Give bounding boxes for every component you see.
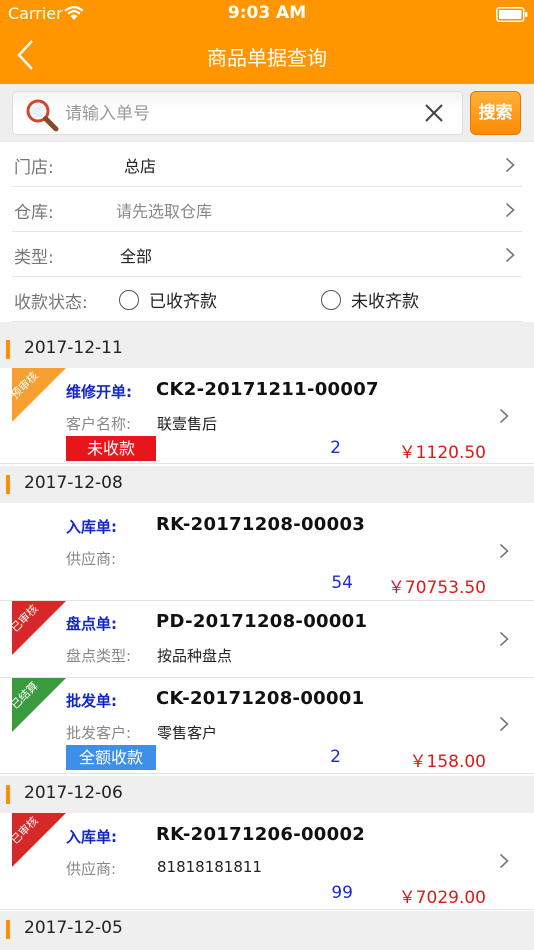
doc-number: PD-20171208-00001 bbox=[156, 611, 368, 632]
field-value: 81818181811 bbox=[157, 858, 262, 876]
ribbon-settled: 已结算 bbox=[12, 678, 66, 732]
radio-paid-label[interactable]: 已收齐款 bbox=[149, 287, 217, 312]
doc-number: CK2-20171211-00007 bbox=[156, 379, 379, 400]
date-text: 2017-12-11 bbox=[24, 338, 123, 358]
filter-label: 收款状态: bbox=[14, 293, 88, 313]
amount: ￥70753.50 bbox=[387, 578, 486, 598]
chevron-right-icon bbox=[499, 631, 509, 647]
amount: ￥7029.00 bbox=[398, 888, 486, 908]
ribbon-reviewed: 已审核 bbox=[12, 601, 66, 655]
date-marker bbox=[6, 785, 10, 804]
filter-payment-status: 收款状态: 已收齐款 未收齐款 bbox=[12, 277, 522, 322]
doc-number: RK-20171206-00002 bbox=[156, 824, 366, 845]
quantity: 2 bbox=[330, 438, 341, 458]
divider bbox=[0, 322, 534, 331]
date-header: 2017-12-06 bbox=[0, 776, 534, 813]
field-value: 零售客户 bbox=[157, 724, 218, 742]
filter-value: 总店 bbox=[124, 157, 157, 176]
chevron-right-icon bbox=[505, 202, 515, 218]
search-button[interactable]: 搜索 bbox=[470, 91, 521, 135]
doc-type: 批发单: bbox=[66, 692, 117, 710]
status-badge: 未收款 bbox=[66, 436, 156, 461]
quantity: 54 bbox=[331, 573, 353, 593]
app-header: Carrier 9:03 AM 商品单据查询 bbox=[0, 0, 534, 84]
field-label: 盘点类型: bbox=[66, 647, 132, 665]
search-box[interactable] bbox=[12, 91, 463, 135]
date-header: 2017-12-08 bbox=[0, 466, 534, 503]
field-label: 客户名称: bbox=[66, 415, 132, 433]
date-text: 2017-12-06 bbox=[24, 783, 123, 803]
amount: ￥158.00 bbox=[409, 752, 486, 772]
filter-label: 门店: bbox=[14, 158, 54, 178]
field-label: 供应商: bbox=[66, 550, 117, 568]
clear-icon[interactable] bbox=[423, 102, 445, 124]
filter-label: 类型: bbox=[14, 248, 54, 268]
ribbon-reviewed: 已审核 bbox=[12, 813, 66, 867]
amount: ￥1120.50 bbox=[398, 443, 486, 463]
date-text: 2017-12-08 bbox=[24, 473, 123, 493]
radio-paid-icon[interactable] bbox=[119, 290, 139, 310]
radio-unpaid-label[interactable]: 未收齐款 bbox=[351, 287, 419, 312]
chevron-right-icon bbox=[505, 247, 515, 263]
quantity: 99 bbox=[331, 883, 353, 903]
status-bar: Carrier 9:03 AM bbox=[0, 0, 534, 28]
field-value: 联壹售后 bbox=[157, 415, 218, 433]
battery-icon bbox=[496, 7, 528, 22]
list-item[interactable]: 已审核 盘点单: PD-20171208-00001 盘点类型: 按品种盘点 bbox=[0, 601, 534, 678]
quantity: 2 bbox=[330, 747, 341, 767]
doc-type: 入库单: bbox=[66, 828, 117, 846]
filter-store[interactable]: 门店: 总店 bbox=[12, 142, 522, 187]
doc-type: 维修开单: bbox=[66, 383, 132, 401]
date-marker bbox=[6, 340, 10, 359]
doc-number: RK-20171208-00003 bbox=[156, 514, 366, 535]
chevron-right-icon bbox=[505, 157, 515, 173]
date-marker bbox=[6, 475, 10, 494]
date-marker bbox=[6, 920, 10, 939]
search-input[interactable] bbox=[65, 99, 405, 129]
list-item[interactable]: 预审核 维修开单: CK2-20171211-00007 客户名称: 联壹售后 … bbox=[0, 368, 534, 464]
date-header: 2017-12-05 bbox=[0, 911, 534, 950]
chevron-right-icon bbox=[499, 853, 509, 869]
list-item[interactable]: 已结算 批发单: CK-20171208-00001 批发客户: 零售客户 全额… bbox=[0, 678, 534, 774]
clock: 9:03 AM bbox=[227, 3, 307, 23]
field-label: 批发客户: bbox=[66, 724, 132, 742]
doc-number: CK-20171208-00001 bbox=[156, 688, 365, 709]
field-label: 供应商: bbox=[66, 860, 117, 878]
doc-type: 入库单: bbox=[66, 518, 117, 536]
filter-warehouse[interactable]: 仓库: 请先选取仓库 bbox=[12, 187, 522, 232]
date-header: 2017-12-11 bbox=[0, 331, 534, 368]
date-text: 2017-12-05 bbox=[24, 918, 123, 938]
filter-placeholder: 请先选取仓库 bbox=[116, 202, 213, 221]
list-item[interactable]: 已审核 入库单: RK-20171206-00002 供应商: 81818181… bbox=[0, 813, 534, 910]
chevron-right-icon bbox=[499, 716, 509, 732]
doc-type: 盘点单: bbox=[66, 615, 117, 633]
ribbon-pending-review: 预审核 bbox=[12, 368, 66, 422]
status-badge: 全额收款 bbox=[66, 745, 156, 770]
field-value: 按品种盘点 bbox=[157, 647, 233, 665]
filter-type[interactable]: 类型: 全部 bbox=[12, 232, 522, 277]
chevron-right-icon bbox=[499, 543, 509, 559]
filter-value: 全部 bbox=[120, 247, 153, 266]
search-icon bbox=[26, 99, 59, 132]
radio-unpaid-icon[interactable] bbox=[321, 290, 341, 310]
list-item[interactable]: 入库单: RK-20171208-00003 供应商: 54 ￥70753.50 bbox=[0, 503, 534, 601]
filter-label: 仓库: bbox=[14, 203, 54, 223]
chevron-right-icon bbox=[499, 408, 509, 424]
search-bar: 搜索 bbox=[0, 84, 534, 142]
page-title: 商品单据查询 bbox=[207, 46, 327, 70]
